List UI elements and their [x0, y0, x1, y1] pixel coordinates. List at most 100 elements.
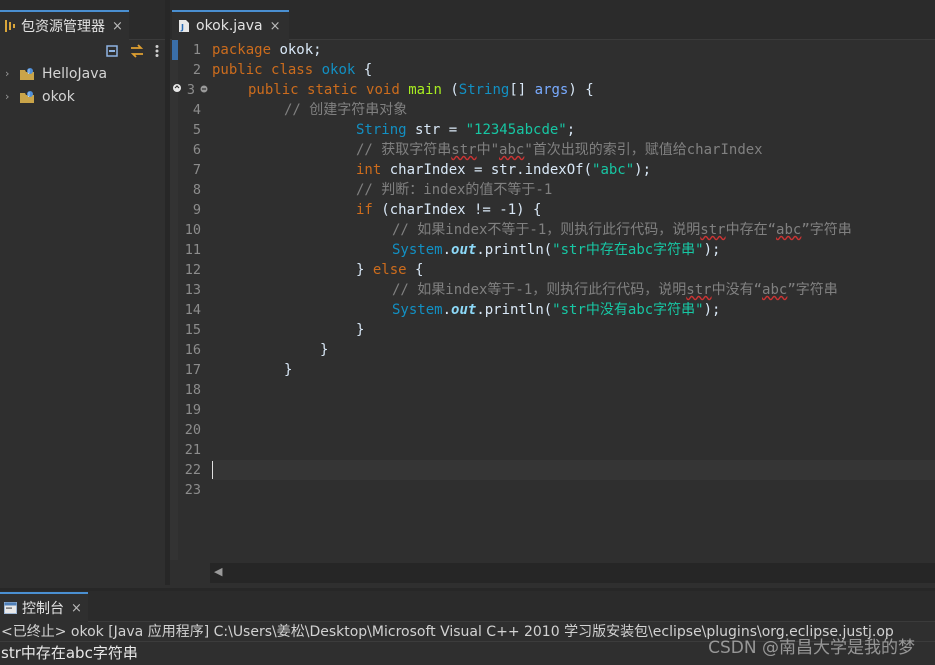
line-number: 21: [184, 442, 201, 458]
line-number: 10: [184, 222, 201, 238]
code-line: public static void main (String[] args) …: [248, 80, 594, 100]
scroll-left-icon[interactable]: ◀: [214, 565, 222, 578]
keyword: package: [212, 42, 272, 58]
line-number: 22: [184, 462, 201, 478]
horizontal-scrollbar[interactable]: ◀: [210, 563, 935, 583]
tree-item-hellojava[interactable]: › J HelloJava: [0, 62, 165, 85]
code-area[interactable]: package okok; public class okok { public…: [212, 40, 935, 560]
code-line: // 创建字符串对象: [284, 100, 407, 120]
spelling-warning: str: [686, 282, 712, 298]
package-explorer-tabbar: 包资源管理器 ×: [0, 0, 165, 40]
console-view: 控制台 × <已终止> okok [Java 应用程序] C:\Users\姜松…: [0, 588, 935, 665]
console-tabbar: 控制台 ×: [0, 591, 935, 622]
line-number: 15: [184, 322, 201, 338]
svg-text:J: J: [27, 92, 29, 98]
code-text: .println(: [476, 242, 553, 258]
keyword: public: [248, 82, 299, 98]
code-text: []: [509, 82, 535, 98]
static-field: out: [451, 302, 477, 318]
console-icon: [4, 602, 17, 614]
string-literal: "abc": [592, 162, 635, 178]
keyword: public: [212, 62, 263, 78]
spelling-warning: abc: [499, 142, 525, 158]
svg-text:J: J: [27, 69, 29, 75]
tab-console[interactable]: 控制台 ×: [0, 592, 88, 622]
string-literal: "str中存在abc字符串": [552, 242, 704, 258]
code-text: }: [320, 342, 329, 358]
editor-body: 1 2 3 4 5 6 7 8 9 10 11 12 13 14 15 16 17 18 19 20 21 22 23 pa…: [170, 40, 935, 560]
string-literal: "12345abcde": [465, 122, 567, 138]
code-text: charIndex = str.indexOf(: [381, 162, 593, 178]
keyword: if: [356, 202, 373, 218]
line-number: 17: [184, 362, 201, 378]
svg-text:J: J: [180, 23, 184, 32]
comment: // 如果index等于-1，则执行此行代码，说明: [392, 282, 687, 298]
code-line: } else {: [356, 260, 423, 280]
override-marker-icon: [172, 83, 182, 93]
code-text: {: [406, 262, 424, 278]
code-text: }: [356, 262, 373, 278]
comment: // 判断：index的值不等于-1: [356, 182, 553, 198]
comment: // 获取字符串: [356, 142, 452, 158]
code-text: (: [441, 82, 459, 98]
type-name: System: [392, 302, 443, 318]
spelling-warning: str: [700, 222, 726, 238]
code-line: }: [284, 360, 292, 380]
tree-item-label: okok: [42, 88, 75, 105]
line-number: 4: [192, 102, 201, 118]
line-number: 16: [184, 342, 201, 358]
tree-item-okok[interactable]: › J okok: [0, 85, 165, 108]
code-text: okok;: [271, 42, 322, 58]
chevron-right-icon[interactable]: ›: [5, 67, 15, 80]
line-number: 18: [184, 382, 201, 398]
tab-package-explorer-label: 包资源管理器: [21, 19, 105, 35]
chevron-right-icon[interactable]: ›: [5, 90, 15, 103]
text-caret: [212, 461, 213, 479]
java-project-icon: J: [19, 90, 37, 104]
code-text: );: [634, 162, 652, 178]
annotation-ruler: [170, 40, 178, 560]
type-name: String: [356, 122, 407, 138]
java-editor: J okok.java × 1 2 3 4 5 6 7 8 9 10 11 12 13 14 15 16 17 1…: [170, 0, 935, 585]
watermark: CSDN @南昌大学是我的梦: [708, 638, 915, 658]
line-number: 23: [184, 482, 201, 498]
collapse-all-icon[interactable]: [105, 44, 119, 58]
code-line: public class okok {: [212, 60, 372, 80]
java-project-icon: J: [19, 67, 37, 81]
line-number: 19: [184, 402, 201, 418]
tab-okok-java-label: okok.java: [196, 18, 263, 34]
close-icon[interactable]: ×: [112, 19, 123, 34]
keyword: class: [271, 62, 314, 78]
code-text: );: [703, 242, 721, 258]
line-number: 1: [192, 42, 201, 58]
code-line: int charIndex = str.indexOf("abc");: [356, 160, 651, 180]
link-with-editor-icon[interactable]: [129, 44, 145, 58]
spelling-warning: abc: [776, 222, 802, 238]
tab-okok-java[interactable]: J okok.java ×: [172, 10, 289, 40]
line-number: 12: [184, 262, 201, 278]
spelling-warning: abc: [762, 282, 788, 298]
close-icon[interactable]: ×: [71, 601, 82, 616]
method-name: main: [408, 82, 442, 98]
tab-package-explorer[interactable]: 包资源管理器 ×: [0, 10, 129, 40]
code-text: }: [356, 322, 365, 338]
code-text: }: [284, 362, 293, 378]
code-line: package okok;: [212, 40, 322, 60]
code-line: // 如果index等于-1，则执行此行代码，说明str中没有“abc”字符串: [392, 280, 838, 300]
static-field: out: [451, 242, 477, 258]
keyword: else: [372, 262, 407, 278]
code-text: .: [442, 302, 452, 318]
keyword: static: [307, 82, 358, 98]
view-menu-icon[interactable]: [155, 44, 159, 58]
code-line: String str = "12345abcde";: [356, 120, 575, 140]
line-number-ruler[interactable]: 1 2 3 4 5 6 7 8 9 10 11 12 13 14 15 16 17 18 19 20 21 22 23: [170, 40, 210, 560]
code-text: ) {: [568, 82, 594, 98]
editor-tabbar: J okok.java ×: [170, 0, 935, 40]
line-number: 11: [184, 242, 201, 258]
java-file-icon: J: [178, 19, 190, 33]
line-number: 9: [192, 202, 201, 218]
close-icon[interactable]: ×: [270, 19, 281, 34]
fold-collapse-icon[interactable]: [200, 85, 208, 93]
code-text: ;: [566, 122, 576, 138]
spelling-warning: str: [451, 142, 477, 158]
